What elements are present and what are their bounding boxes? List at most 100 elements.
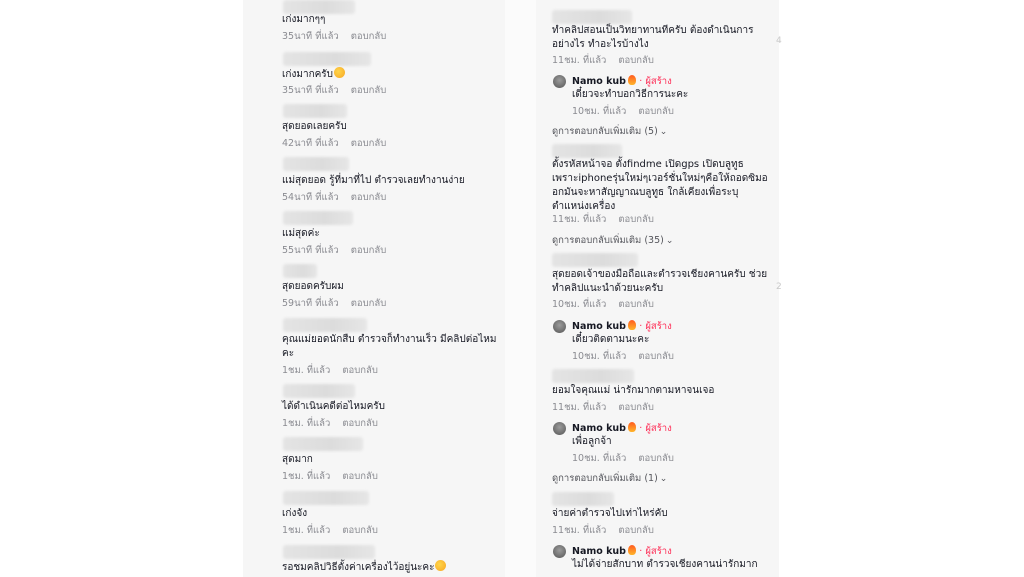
comment-text: เก่งมากๆๆ (282, 14, 326, 25)
comment-text: ทำคลิปสอนเป็นวิทยาทานทีครับ ต้องดำเนินกา… (552, 25, 754, 50)
reply-button[interactable]: ตอบกลับ (638, 453, 674, 464)
comment-text: ยอมใจคุณแม่ น่ารักมากตามหาจนเจอ (552, 385, 715, 396)
blurred-username (283, 0, 355, 14)
creator-name[interactable]: Namo kub · ผู้สร้าง (572, 74, 672, 89)
comment-text: จ่ายค่าตำรวจไปเท่าไหร่คับ (552, 508, 668, 519)
creator-reply-text: เดี๋ยวจะทำบอกวิธีการนะคะ (572, 89, 689, 100)
creator-name[interactable]: Namo kub · ผู้สร้าง (572, 319, 672, 334)
comment-list-left: เก่งมากๆๆ 35นาที ที่แล้ว ตอบกลับ เก่งมากค… (243, 0, 505, 577)
creator-reply-meta: 10ชม. ที่แล้ว ตอบกลับ (572, 104, 674, 119)
comment-list-right: ทำคลิปสอนเป็นวิทยาทานทีครับ ต้องดำเนินกา… (536, 0, 779, 577)
comment-meta: 54นาที ที่แล้ว ตอบกลับ (282, 190, 386, 205)
reply-button[interactable]: ตอบกลับ (618, 55, 654, 66)
blurred-username (283, 157, 349, 171)
creator-avatar[interactable] (553, 320, 566, 333)
creator-reply-text: เดี๋ยวติดตามนะคะ (572, 334, 650, 345)
comment-meta: 35นาที ที่แล้ว ตอบกลับ (282, 29, 386, 44)
reply-button[interactable]: ตอบกลับ (342, 525, 378, 536)
blurred-username (283, 211, 353, 225)
comment-time: 1ชม. ที่แล้ว (282, 365, 331, 376)
fire-icon (627, 422, 636, 432)
panel-divider (505, 0, 536, 577)
reply-button[interactable]: ตอบกลับ (342, 471, 378, 482)
reply-button[interactable]: ตอบกลับ (342, 365, 378, 376)
blurred-username (552, 492, 614, 506)
comment-time: 11ชม. ที่แล้ว (552, 525, 607, 536)
comment-meta: 1ชม. ที่แล้ว ตอบกลับ (282, 416, 378, 431)
comment-time: 1ชม. ที่แล้ว (282, 471, 331, 482)
blurred-username (283, 437, 363, 451)
comment-text: ตั้งรหัสหน้าจอ ตั้งfindme เปิดgps เปิดบล… (552, 159, 768, 212)
comment-time: 11ชม. ที่แล้ว (552, 214, 607, 225)
comment-time: 54นาที ที่แล้ว (282, 192, 339, 203)
creator-reply-text: เพื่อลูกจ้า (572, 436, 612, 447)
view-more-replies-button[interactable]: ดูการตอบกลับเพิ่มเติม (5) ⌄ (552, 124, 667, 139)
fire-icon (627, 320, 636, 330)
comment-meta: 42นาที ที่แล้ว ตอบกลับ (282, 136, 386, 151)
comment-time: 10ชม. ที่แล้ว (572, 453, 627, 464)
creator-reply-meta: 10ชม. ที่แล้ว ตอบกลับ (572, 451, 674, 466)
edge-mark: 2 (776, 282, 782, 292)
chevron-down-icon: ⌄ (665, 236, 674, 246)
creator-avatar[interactable] (553, 422, 566, 435)
comment-text: สุดยอดเลยครับ (282, 121, 347, 132)
comment-time: 11ชม. ที่แล้ว (552, 402, 607, 413)
reply-button[interactable]: ตอบกลับ (351, 192, 387, 203)
comment-time: 59นาที ที่แล้ว (282, 298, 339, 309)
comment-meta: 59นาที ที่แล้ว ตอบกลับ (282, 296, 386, 311)
fire-icon (627, 545, 636, 555)
reply-button[interactable]: ตอบกลับ (618, 525, 654, 536)
party-face-emoji-icon (334, 67, 346, 78)
reply-button[interactable]: ตอบกลับ (618, 402, 654, 413)
view-more-replies-button[interactable]: ดูการตอบกลับเพิ่มเติม (35) ⌄ (552, 233, 673, 248)
reply-button[interactable]: ตอบกลับ (351, 245, 387, 256)
creator-avatar[interactable] (553, 75, 566, 88)
comment-time: 55นาที ที่แล้ว (282, 245, 339, 256)
party-face-emoji-icon (435, 560, 447, 571)
comment-text: สุดมาก (282, 454, 313, 465)
edge-mark: 4 (776, 36, 782, 46)
comment-text: คุณแม่ยอดนักสืบ ตำรวจก็ทำงานเร็ว มีคลิปต… (282, 334, 497, 359)
reply-button[interactable]: ตอบกลับ (351, 138, 387, 149)
blurred-username (283, 318, 367, 332)
comment-text: รอชมคลิปวิธีตั้งค่าเครื่องไว้อยู่นะคะ (282, 560, 447, 575)
creator-name[interactable]: Namo kub · ผู้สร้าง (572, 544, 672, 559)
creator-avatar[interactable] (553, 545, 566, 558)
blurred-username (283, 264, 317, 278)
comment-time: 10ชม. ที่แล้ว (572, 106, 627, 117)
comment-time: 42นาที ที่แล้ว (282, 138, 339, 149)
comment-time: 10ชม. ที่แล้ว (552, 299, 607, 310)
comment-text: เก่งจัง (282, 508, 308, 519)
comment-meta: 1ชม. ที่แล้ว ตอบกลับ (282, 363, 378, 378)
blurred-username (283, 491, 369, 505)
reply-button[interactable]: ตอบกลับ (638, 106, 674, 117)
blurred-username (552, 253, 638, 267)
creator-badge: · ผู้สร้าง (639, 546, 672, 557)
blurred-username (283, 384, 355, 398)
reply-button[interactable]: ตอบกลับ (351, 31, 387, 42)
comment-meta: 11ชม. ที่แล้ว ตอบกลับ (552, 212, 654, 227)
comment-meta: 1ชม. ที่แล้ว ตอบกลับ (282, 469, 378, 484)
chevron-down-icon: ⌄ (659, 127, 668, 137)
comment-text: เก่งมากครับ (282, 67, 346, 82)
comment-time: 10ชม. ที่แล้ว (572, 351, 627, 362)
reply-button[interactable]: ตอบกลับ (351, 85, 387, 96)
fire-icon (627, 75, 636, 85)
view-more-replies-button[interactable]: ดูการตอบกลับเพิ่มเติม (1) ⌄ (552, 471, 667, 486)
reply-button[interactable]: ตอบกลับ (618, 214, 654, 225)
comment-time: 1ชม. ที่แล้ว (282, 525, 331, 536)
creator-reply-meta: 10ชม. ที่แล้ว ตอบกลับ (572, 349, 674, 364)
blurred-username (552, 369, 634, 383)
blurred-username (552, 10, 632, 24)
reply-button[interactable]: ตอบกลับ (351, 298, 387, 309)
comment-meta: 55นาที ที่แล้ว ตอบกลับ (282, 243, 386, 258)
reply-button[interactable]: ตอบกลับ (638, 351, 674, 362)
comment-meta: 35นาที ที่แล้ว ตอบกลับ (282, 83, 386, 98)
comment-time: 35นาที ที่แล้ว (282, 85, 339, 96)
comment-time: 35นาที ที่แล้ว (282, 31, 339, 42)
comment-text: สุดยอดครับผม (282, 281, 344, 292)
reply-button[interactable]: ตอบกลับ (342, 418, 378, 429)
creator-name[interactable]: Namo kub · ผู้สร้าง (572, 421, 672, 436)
comment-meta: 10ชม. ที่แล้ว ตอบกลับ (552, 297, 654, 312)
reply-button[interactable]: ตอบกลับ (618, 299, 654, 310)
